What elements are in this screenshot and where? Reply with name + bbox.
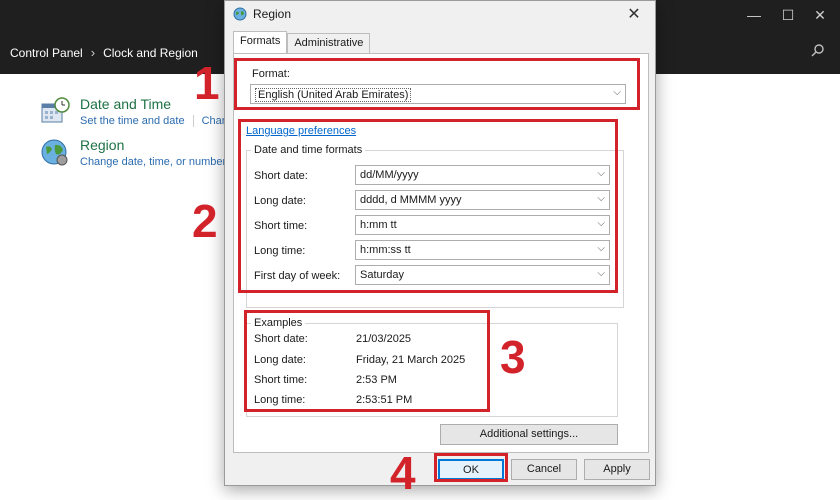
globe-icon (41, 139, 68, 166)
annotation-box-formats (238, 119, 618, 293)
close-icon[interactable]: ✕ (810, 5, 830, 25)
tab-formats[interactable]: Formats (233, 31, 288, 53)
additional-settings-button[interactable]: Additional settings... (440, 424, 618, 445)
globe-icon (233, 7, 247, 21)
tab-administrative[interactable]: Administrative (287, 33, 371, 53)
close-icon[interactable]: ✕ (623, 4, 645, 26)
maximize-icon[interactable]: ☐ (778, 5, 798, 25)
set-time-date-link[interactable]: Set the time and date (80, 115, 185, 127)
cancel-button[interactable]: Cancel (511, 459, 577, 480)
tab-strip: Formats Administrative (233, 31, 371, 53)
breadcrumb-clock-and-region[interactable]: Clock and Region (103, 46, 198, 60)
breadcrumb-control-panel[interactable]: Control Panel (10, 46, 83, 60)
annotation-box-examples (244, 310, 490, 412)
annotation-number-1: 1 (194, 57, 220, 109)
annotation-number-3: 3 (500, 331, 526, 383)
dialog-title: Region (253, 7, 292, 21)
region-link[interactable]: Region (80, 137, 226, 153)
change-date-time-number-link[interactable]: Change date, time, or number (80, 156, 226, 168)
calendar-clock-icon (41, 97, 70, 123)
annotation-box-ok (434, 453, 508, 482)
annotation-box-format (234, 58, 640, 110)
chevron-right-icon: › (90, 45, 96, 60)
breadcrumb: Control Panel › Clock and Region (10, 45, 198, 60)
minimize-icon[interactable]: — (744, 5, 764, 25)
annotation-number-2: 2 (192, 195, 218, 247)
dialog-titlebar: Region (233, 7, 291, 21)
annotation-number-4: 4 (390, 447, 416, 499)
cp-item-region: Region Change date, time, or number (40, 137, 226, 168)
apply-button[interactable]: Apply (584, 459, 650, 480)
search-icon[interactable] (808, 43, 828, 63)
link-divider (192, 115, 194, 128)
